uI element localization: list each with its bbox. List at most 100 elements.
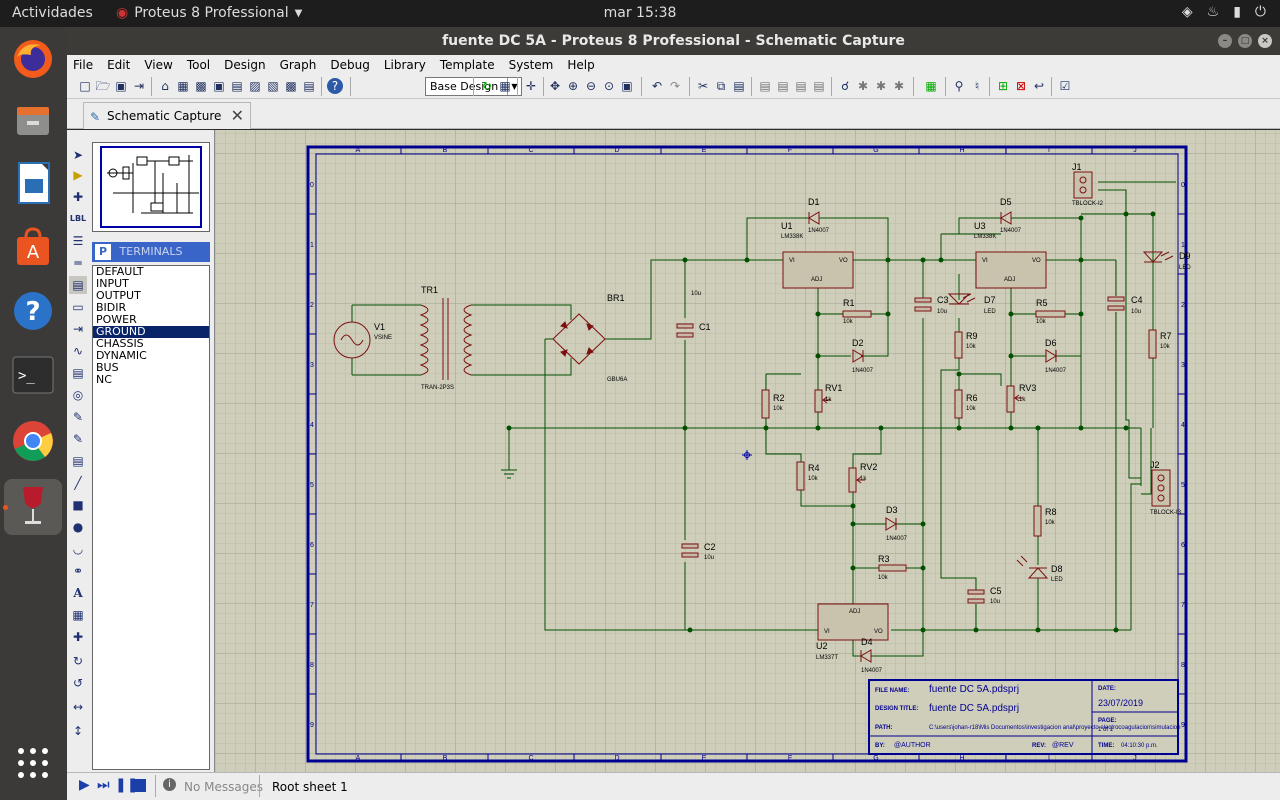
copy-icon[interactable]: ⧉: [713, 78, 729, 94]
refresh-icon[interactable]: ↻: [479, 78, 495, 94]
import-icon[interactable]: ⇥: [131, 78, 147, 94]
redo-icon[interactable]: ↷: [667, 78, 683, 94]
mirror-x-icon[interactable]: ↔: [69, 698, 87, 716]
chrome-icon[interactable]: [9, 417, 57, 465]
menu-design[interactable]: Design: [217, 55, 272, 75]
subcircuit-icon[interactable]: ▤: [69, 276, 87, 294]
zoom-all-icon[interactable]: ⊙: [601, 78, 617, 94]
minimize-button[interactable]: –: [1218, 34, 1232, 48]
component-r4[interactable]: [796, 461, 805, 491]
buses-icon[interactable]: ═: [69, 254, 87, 272]
wire-label-icon[interactable]: LBL: [69, 210, 87, 228]
text-icon[interactable]: A: [69, 584, 87, 602]
clock[interactable]: mar 15:38: [0, 5, 1280, 21]
device-pins-icon[interactable]: ⇥: [69, 320, 87, 338]
search-icon[interactable]: ⚲: [951, 78, 967, 94]
stop-icon[interactable]: [133, 779, 146, 792]
decompose-icon[interactable]: ✱: [891, 78, 907, 94]
step-icon[interactable]: ⏭: [97, 777, 110, 793]
tab-schematic-capture[interactable]: ✎ Schematic Capture ✕: [83, 102, 251, 129]
arc-icon[interactable]: ◡: [69, 540, 87, 558]
wine-icon[interactable]: [4, 479, 62, 535]
origin-icon[interactable]: ✛: [523, 78, 539, 94]
help-icon[interactable]: ?: [9, 287, 57, 335]
remove-sheet-icon[interactable]: ⊠: [1013, 78, 1029, 94]
pick-devices-button[interactable]: P: [95, 244, 111, 260]
box-icon[interactable]: ■: [69, 496, 87, 514]
component-r8[interactable]: [1033, 505, 1042, 537]
generator-icon[interactable]: ◎: [69, 386, 87, 404]
component-r9[interactable]: [954, 331, 963, 359]
marker-icon[interactable]: ✚: [69, 628, 87, 646]
system-tray[interactable]: ◈ ♨ ▮ ⏻: [1182, 4, 1266, 20]
tape-recorder-icon[interactable]: ▤: [69, 364, 87, 382]
component-r1[interactable]: [842, 310, 872, 318]
menu-template[interactable]: Template: [433, 55, 502, 75]
menu-edit[interactable]: Edit: [100, 55, 137, 75]
zoom-out-icon[interactable]: ⊖: [583, 78, 599, 94]
save-icon[interactable]: ▣: [113, 78, 129, 94]
virtual-instruments-icon[interactable]: ▤: [69, 452, 87, 470]
component-j1[interactable]: [1073, 171, 1093, 199]
home-icon[interactable]: ⌂: [157, 78, 173, 94]
help-button-icon[interactable]: ?: [327, 78, 343, 94]
component-r6[interactable]: [954, 389, 963, 419]
new-sheet-icon[interactable]: ⊞: [995, 78, 1011, 94]
messages-status[interactable]: No Messages: [184, 780, 263, 794]
terminals-list[interactable]: DEFAULT INPUT OUTPUT BIDIR POWER GROUND …: [92, 265, 210, 770]
undo-icon[interactable]: ↶: [649, 78, 665, 94]
pan-icon[interactable]: ✥: [547, 78, 563, 94]
bom-icon[interactable]: ▨: [247, 78, 263, 94]
source-code-icon[interactable]: ▩: [283, 78, 299, 94]
menu-tool[interactable]: Tool: [180, 55, 217, 75]
junction-dot-icon[interactable]: ✚: [69, 188, 87, 206]
open-file-icon[interactable]: 🗁: [95, 78, 111, 94]
schematic-editing-window[interactable]: A B C D E F G H I J A B C D E F G H I J …: [214, 130, 1280, 772]
menu-debug[interactable]: Debug: [323, 55, 376, 75]
component-r5[interactable]: [1035, 310, 1066, 318]
line-icon[interactable]: ╱: [69, 474, 87, 492]
new-file-icon[interactable]: □: [77, 78, 93, 94]
schematic-icon[interactable]: ▦: [175, 78, 191, 94]
block-move-icon[interactable]: ▤: [775, 78, 791, 94]
block-delete-icon[interactable]: ▤: [811, 78, 827, 94]
window-titlebar[interactable]: fuente DC 5A - Proteus 8 Professional - …: [67, 27, 1280, 55]
text-script-icon[interactable]: ☰: [69, 232, 87, 250]
close-tab-icon[interactable]: ✕: [231, 103, 244, 129]
pick-device-icon[interactable]: ☌: [837, 78, 853, 94]
path-icon[interactable]: ⚭: [69, 562, 87, 580]
component-r7[interactable]: [1148, 329, 1157, 359]
rotate-ccw-icon[interactable]: ↺: [69, 674, 87, 692]
software-center-icon[interactable]: A: [9, 223, 57, 271]
design-explorer-icon[interactable]: ▧: [265, 78, 281, 94]
wire-autorouter-icon[interactable]: ▦: [923, 78, 939, 94]
close-button[interactable]: ×: [1258, 34, 1272, 48]
libreoffice-impress-icon[interactable]: [9, 159, 57, 207]
menu-help[interactable]: Help: [560, 55, 601, 75]
rotate-cw-icon[interactable]: ↻: [69, 652, 87, 670]
terminal-item-nc[interactable]: NC: [93, 374, 209, 386]
grid-toggle-icon[interactable]: ▦: [497, 78, 513, 94]
play-icon[interactable]: ▶: [79, 777, 90, 793]
graph-mode-icon[interactable]: ∿: [69, 342, 87, 360]
mirror-y-icon[interactable]: ↕: [69, 722, 87, 740]
exit-to-parent-icon[interactable]: ↩: [1031, 78, 1047, 94]
maximize-button[interactable]: □: [1238, 34, 1252, 48]
menu-system[interactable]: System: [502, 55, 561, 75]
gerber-icon[interactable]: ▤: [229, 78, 245, 94]
app-grid-icon[interactable]: [9, 739, 57, 787]
menu-file[interactable]: File: [67, 55, 100, 75]
paste-icon[interactable]: ▤: [731, 78, 747, 94]
notes-icon[interactable]: ▤: [301, 78, 317, 94]
block-copy-icon[interactable]: ▤: [757, 78, 773, 94]
overview-window[interactable]: [92, 142, 210, 232]
circle-icon[interactable]: ●: [69, 518, 87, 536]
component-r3[interactable]: [878, 564, 907, 572]
packaging-icon[interactable]: ✱: [873, 78, 889, 94]
3d-icon[interactable]: ▣: [211, 78, 227, 94]
cut-icon[interactable]: ✂: [695, 78, 711, 94]
component-j2[interactable]: [1151, 469, 1171, 507]
pcb-icon[interactable]: ▩: [193, 78, 209, 94]
terminals-mode-icon[interactable]: ▭: [69, 298, 87, 316]
zoom-in-icon[interactable]: ⊕: [565, 78, 581, 94]
